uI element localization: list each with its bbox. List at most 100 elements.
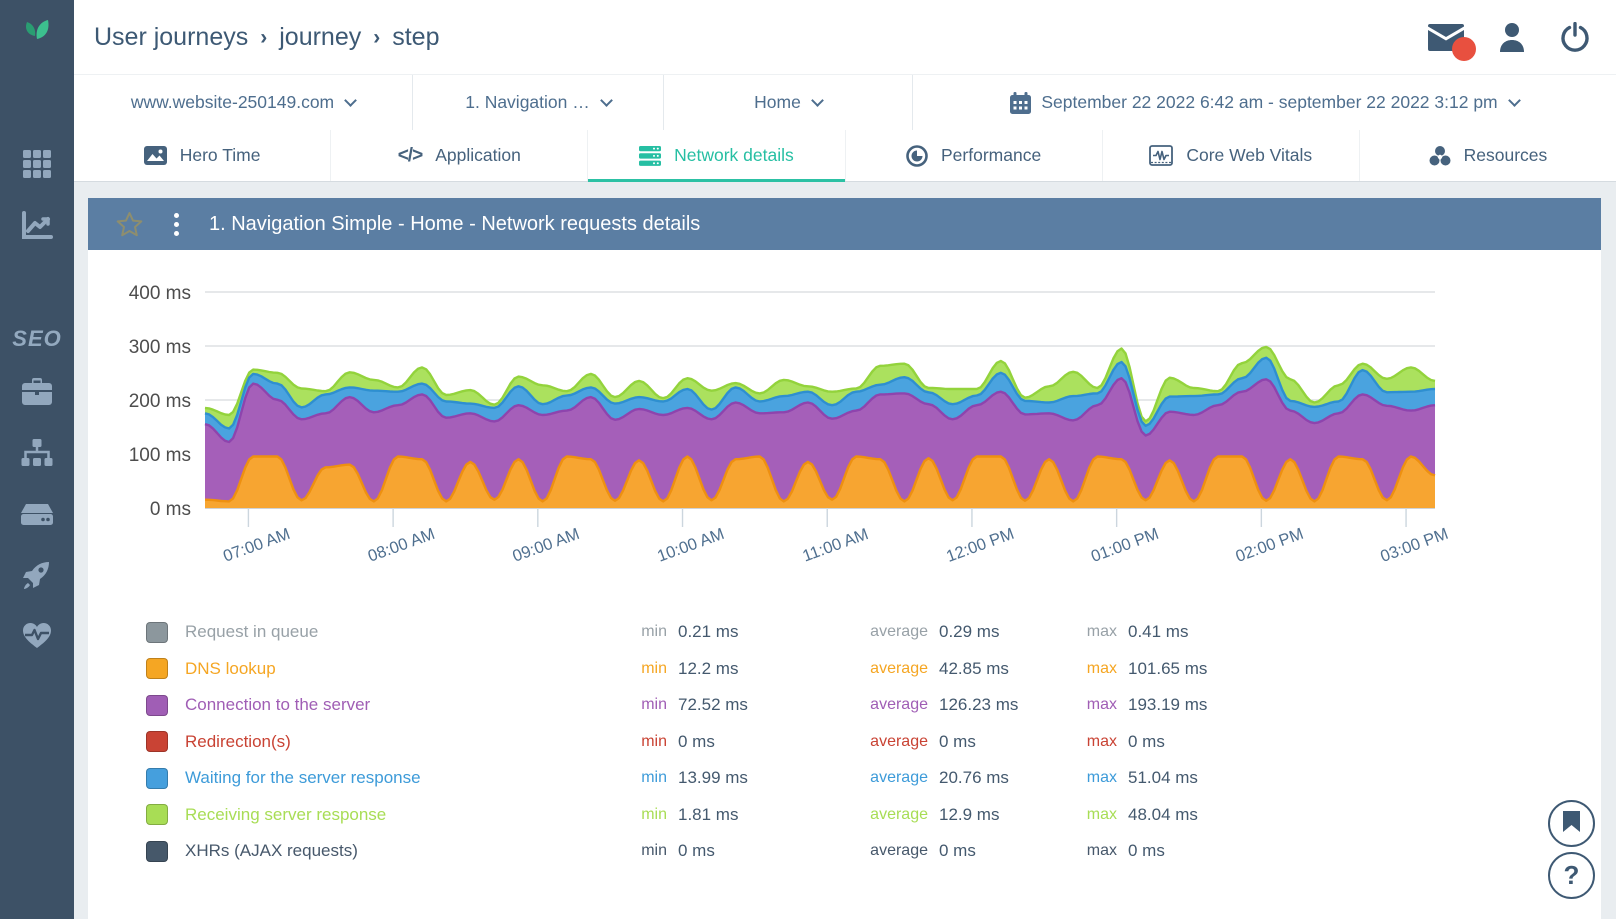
apps-grid-icon[interactable] [0, 142, 74, 186]
legend-row-waiting[interactable]: Waiting for the server response min 13.9… [88, 760, 1601, 797]
average-label: average [858, 623, 928, 641]
tab-label: Hero Time [180, 145, 261, 166]
sidebar-item-seo[interactable]: SEO [12, 326, 61, 352]
bookmark-fab[interactable] [1548, 800, 1595, 847]
bookmark-icon [1563, 811, 1580, 837]
server-drive-icon[interactable] [0, 492, 74, 536]
svg-text:300 ms: 300 ms [129, 337, 191, 358]
svg-text:12:00 PM: 12:00 PM [944, 525, 1017, 566]
power-logout-icon[interactable] [1560, 22, 1590, 52]
breadcrumb-separator: › [260, 26, 267, 50]
leaf-logo-icon [17, 16, 57, 59]
average-value: 20.76 ms [939, 768, 1069, 788]
legend-swatch [146, 768, 168, 789]
favorite-star-icon[interactable] [116, 211, 143, 237]
average-label: average [858, 806, 928, 824]
average-label: average [858, 696, 928, 714]
average-value: 126.23 ms [939, 695, 1069, 715]
sitemap-icon[interactable] [0, 431, 74, 475]
legend-row-xhrs[interactable]: XHRs (AJAX requests) min 0 ms average 0 … [88, 833, 1601, 870]
legend-row-redirections[interactable]: Redirection(s) min 0 ms average 0 ms max… [88, 724, 1601, 761]
breadcrumb-user-journeys[interactable]: User journeys [94, 23, 248, 52]
average-label: average [858, 733, 928, 751]
legend-label: DNS lookup [185, 659, 605, 679]
min-label: min [605, 696, 667, 714]
step-dropdown[interactable]: Home [663, 75, 912, 130]
tab-core-web-vitals[interactable]: Core Web Vitals [1102, 130, 1359, 181]
max-label: max [1069, 842, 1117, 860]
chevron-down-icon [1508, 94, 1521, 107]
sidebar: SEO [0, 0, 74, 919]
max-value: 0 ms [1128, 732, 1165, 752]
tab-network-details[interactable]: Network details [587, 130, 844, 181]
journey-dropdown-value: 1. Navigation … [465, 92, 590, 113]
tab-label: Performance [941, 145, 1041, 166]
tab-resources[interactable]: Resources [1359, 130, 1616, 181]
legend-label: Waiting for the server response [185, 768, 605, 788]
legend-row-receiving[interactable]: Receiving server response min 1.81 ms av… [88, 797, 1601, 834]
average-value: 0 ms [939, 732, 1069, 752]
min-label: min [605, 733, 667, 751]
rocket-icon[interactable] [0, 553, 74, 597]
min-value: 1.81 ms [678, 805, 858, 825]
legend-label: Redirection(s) [185, 732, 605, 752]
legend-swatch [146, 622, 168, 643]
legend-swatch [146, 658, 168, 679]
svg-text:02:00 PM: 02:00 PM [1233, 525, 1306, 566]
app-logo[interactable] [0, 0, 74, 74]
legend-row-request-in-queue[interactable]: Request in queue min 0.21 ms average 0.2… [88, 614, 1601, 651]
site-dropdown-value: www.website-250149.com [131, 92, 334, 113]
waveform-icon [1149, 145, 1173, 166]
journey-dropdown[interactable]: 1. Navigation … [412, 75, 663, 130]
max-label: max [1069, 806, 1117, 824]
legend-label: Receiving server response [185, 805, 605, 825]
chevron-down-icon [600, 94, 613, 107]
health-heart-icon[interactable] [0, 614, 74, 658]
max-label: max [1069, 660, 1117, 678]
max-label: max [1069, 733, 1117, 751]
svg-text:100 ms: 100 ms [129, 445, 191, 466]
tab-label: Network details [674, 145, 794, 166]
kebab-menu-icon[interactable] [170, 209, 183, 240]
svg-text:03:00 PM: 03:00 PM [1378, 525, 1451, 566]
chevron-down-icon [344, 94, 357, 107]
filter-bar: www.website-250149.com 1. Navigation … H… [74, 74, 1616, 130]
min-value: 0.21 ms [678, 622, 858, 642]
network-details-panel: 1. Navigation Simple - Home - Network re… [88, 198, 1601, 919]
tab-label: Application [435, 145, 521, 166]
tab-application[interactable]: </> Application [330, 130, 587, 181]
min-label: min [605, 806, 667, 824]
chart-legend: Request in queue min 0.21 ms average 0.2… [88, 614, 1601, 870]
svg-text:08:00 AM: 08:00 AM [366, 525, 438, 566]
date-range-picker[interactable]: September 22 2022 6:42 am - september 22… [912, 75, 1616, 130]
legend-row-connection[interactable]: Connection to the server min 72.52 ms av… [88, 687, 1601, 724]
average-label: average [858, 769, 928, 787]
analytics-chart-icon[interactable] [0, 204, 74, 248]
max-label: max [1069, 696, 1117, 714]
average-value: 0 ms [939, 841, 1069, 861]
legend-label: Connection to the server [185, 695, 605, 715]
site-dropdown[interactable]: www.website-250149.com [74, 75, 412, 130]
tab-hero-time[interactable]: Hero Time [74, 130, 330, 181]
legend-swatch [146, 804, 168, 825]
briefcase-icon[interactable] [0, 370, 74, 414]
panel-body: 0 ms100 ms200 ms300 ms400 ms07:00 AM08:0… [88, 250, 1601, 919]
calendar-icon [1010, 92, 1031, 114]
max-value: 51.04 ms [1128, 768, 1198, 788]
network-requests-chart[interactable]: 0 ms100 ms200 ms300 ms400 ms07:00 AM08:0… [88, 250, 1601, 580]
legend-swatch [146, 731, 168, 752]
legend-row-dns-lookup[interactable]: DNS lookup min 12.2 ms average 42.85 ms … [88, 651, 1601, 688]
view-tabs: Hero Time </> Application Network detail… [74, 130, 1616, 182]
breadcrumb-journey[interactable]: journey [279, 23, 361, 52]
breadcrumb-step[interactable]: step [392, 23, 439, 52]
panel-title: 1. Navigation Simple - Home - Network re… [209, 213, 700, 236]
panel-header: 1. Navigation Simple - Home - Network re… [88, 198, 1601, 250]
svg-text:0 ms: 0 ms [150, 499, 191, 520]
help-fab[interactable]: ? [1548, 852, 1595, 899]
messages-envelope-icon[interactable] [1428, 24, 1464, 51]
svg-text:10:00 AM: 10:00 AM [655, 525, 727, 566]
svg-text:07:00 AM: 07:00 AM [221, 525, 293, 566]
tab-performance[interactable]: Performance [845, 130, 1102, 181]
max-value: 0.41 ms [1128, 622, 1188, 642]
user-account-icon[interactable] [1497, 22, 1527, 52]
